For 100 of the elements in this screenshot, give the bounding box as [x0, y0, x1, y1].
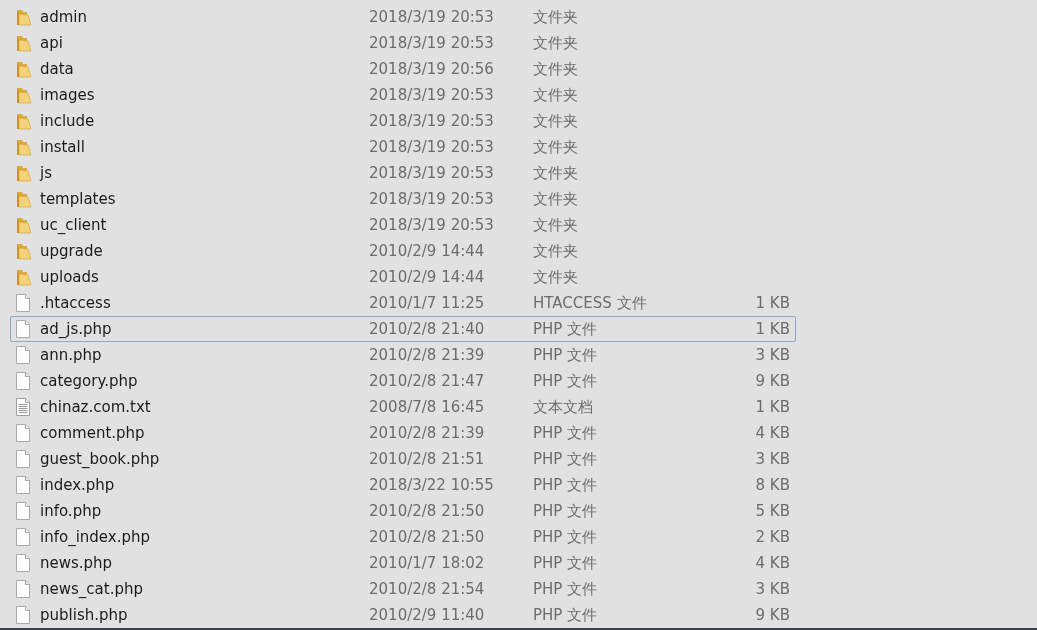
modified-date: 2018/3/19 20:53 [369, 112, 495, 130]
file-row[interactable]: js 2018/3/19 20:53 文件夹 [10, 160, 796, 186]
file-type: PHP 文件 [533, 527, 599, 547]
file-name: uc_client [39, 216, 108, 234]
file-name: uploads [39, 268, 100, 286]
file-size: 2 KB [755, 528, 790, 546]
file-name: install [39, 138, 86, 156]
file-type: HTACCESS 文件 [533, 293, 648, 313]
file-type: 文本文档 [533, 397, 594, 417]
modified-date: 2018/3/19 20:53 [369, 138, 495, 156]
modified-date: 2010/2/8 21:39 [369, 424, 486, 442]
file-row[interactable]: admin 2018/3/19 20:53 文件夹 [10, 4, 796, 30]
file-name: comment.php [39, 424, 146, 442]
file-row[interactable]: publish.php 2010/2/9 11:40 PHP 文件 9 KB [10, 602, 796, 628]
file-row[interactable]: ad_js.php 2010/2/8 21:40 PHP 文件 1 KB [10, 316, 796, 342]
file-type: PHP 文件 [533, 423, 599, 443]
file-icon [16, 346, 30, 364]
folder-icon [16, 86, 32, 104]
file-icon [16, 606, 30, 624]
file-type: 文件夹 [533, 7, 579, 27]
file-row[interactable]: ann.php 2010/2/8 21:39 PHP 文件 3 KB [10, 342, 796, 368]
file-icon [16, 554, 30, 572]
file-row[interactable]: data 2018/3/19 20:56 文件夹 [10, 56, 796, 82]
file-size: 1 KB [755, 320, 790, 338]
file-size: 8 KB [755, 476, 790, 494]
text-file-icon [16, 398, 30, 416]
file-name: ad_js.php [39, 320, 113, 338]
file-row[interactable]: comment.php 2010/2/8 21:39 PHP 文件 4 KB [10, 420, 796, 446]
folder-icon [16, 8, 32, 26]
file-row[interactable]: api 2018/3/19 20:53 文件夹 [10, 30, 796, 56]
file-type: PHP 文件 [533, 579, 599, 599]
modified-date: 2010/2/8 21:54 [369, 580, 486, 598]
modified-date: 2010/2/8 21:50 [369, 502, 486, 520]
folder-icon [16, 138, 32, 156]
modified-date: 2010/2/8 21:50 [369, 528, 486, 546]
file-type: 文件夹 [533, 85, 579, 105]
file-row[interactable]: install 2018/3/19 20:53 文件夹 [10, 134, 796, 160]
file-icon [16, 320, 30, 338]
file-name: data [39, 60, 75, 78]
file-row[interactable]: chinaz.com.txt 2008/7/8 16:45 文本文档 1 KB [10, 394, 796, 420]
file-row[interactable]: templates 2018/3/19 20:53 文件夹 [10, 186, 796, 212]
file-size: 3 KB [755, 450, 790, 468]
modified-date: 2008/7/8 16:45 [369, 398, 486, 416]
file-icon [16, 372, 30, 390]
file-row[interactable]: upgrade 2010/2/9 14:44 文件夹 [10, 238, 796, 264]
folder-icon [16, 34, 32, 52]
file-type: PHP 文件 [533, 605, 599, 625]
file-name: api [39, 34, 64, 52]
modified-date: 2018/3/19 20:53 [369, 34, 495, 52]
file-name: news_cat.php [39, 580, 144, 598]
file-row[interactable]: info.php 2010/2/8 21:50 PHP 文件 5 KB [10, 498, 796, 524]
modified-date: 2018/3/19 20:56 [369, 60, 495, 78]
file-row[interactable]: news.php 2010/1/7 18:02 PHP 文件 4 KB [10, 550, 796, 576]
file-type: 文件夹 [533, 189, 579, 209]
file-type: 文件夹 [533, 59, 579, 79]
modified-date: 2018/3/19 20:53 [369, 8, 495, 26]
folder-icon [16, 60, 32, 78]
file-type: 文件夹 [533, 241, 579, 261]
file-row[interactable]: uploads 2010/2/9 14:44 文件夹 [10, 264, 796, 290]
file-type: 文件夹 [533, 137, 579, 157]
file-icon [16, 476, 30, 494]
file-icon [16, 502, 30, 520]
file-size: 5 KB [755, 502, 790, 520]
file-type: PHP 文件 [533, 449, 599, 469]
file-name: js [38, 164, 53, 182]
file-name: publish.php [39, 606, 129, 624]
file-name: templates [39, 190, 117, 208]
file-row[interactable]: index.php 2018/3/22 10:55 PHP 文件 8 KB [10, 472, 796, 498]
file-type: 文件夹 [533, 111, 579, 131]
file-row[interactable]: include 2018/3/19 20:53 文件夹 [10, 108, 796, 134]
modified-date: 2010/2/9 14:44 [369, 242, 486, 260]
folder-icon [16, 112, 32, 130]
modified-date: 2010/2/9 11:40 [369, 606, 486, 624]
file-type: 文件夹 [533, 33, 579, 53]
folder-icon [16, 216, 32, 234]
file-type: PHP 文件 [533, 371, 599, 391]
file-name: admin [39, 8, 88, 26]
file-size: 4 KB [755, 554, 790, 572]
modified-date: 2018/3/19 20:53 [369, 164, 495, 182]
file-row[interactable]: news_cat.php 2010/2/8 21:54 PHP 文件 3 KB [10, 576, 796, 602]
file-name: guest_book.php [39, 450, 161, 468]
file-name: ann.php [39, 346, 103, 364]
file-row[interactable]: uc_client 2018/3/19 20:53 文件夹 [10, 212, 796, 238]
file-row[interactable]: category.php 2010/2/8 21:47 PHP 文件 9 KB [10, 368, 796, 394]
modified-date: 2010/1/7 11:25 [369, 294, 486, 312]
file-name: .htaccess [39, 294, 112, 312]
file-row[interactable]: .htaccess 2010/1/7 11:25 HTACCESS 文件 1 KB [10, 290, 796, 316]
file-type: 文件夹 [533, 267, 579, 287]
file-type: PHP 文件 [533, 475, 599, 495]
file-icon [16, 580, 30, 598]
modified-date: 2018/3/22 10:55 [369, 476, 495, 494]
file-name: images [39, 86, 96, 104]
folder-icon [16, 242, 32, 260]
modified-date: 2018/3/19 20:53 [369, 190, 495, 208]
file-row[interactable]: guest_book.php 2010/2/8 21:51 PHP 文件 3 KB [10, 446, 796, 472]
file-name: category.php [39, 372, 139, 390]
file-row[interactable]: info_index.php 2010/2/8 21:50 PHP 文件 2 KB [10, 524, 796, 550]
file-size: 9 KB [755, 606, 790, 624]
file-row[interactable]: images 2018/3/19 20:53 文件夹 [10, 82, 796, 108]
file-size: 9 KB [755, 372, 790, 390]
